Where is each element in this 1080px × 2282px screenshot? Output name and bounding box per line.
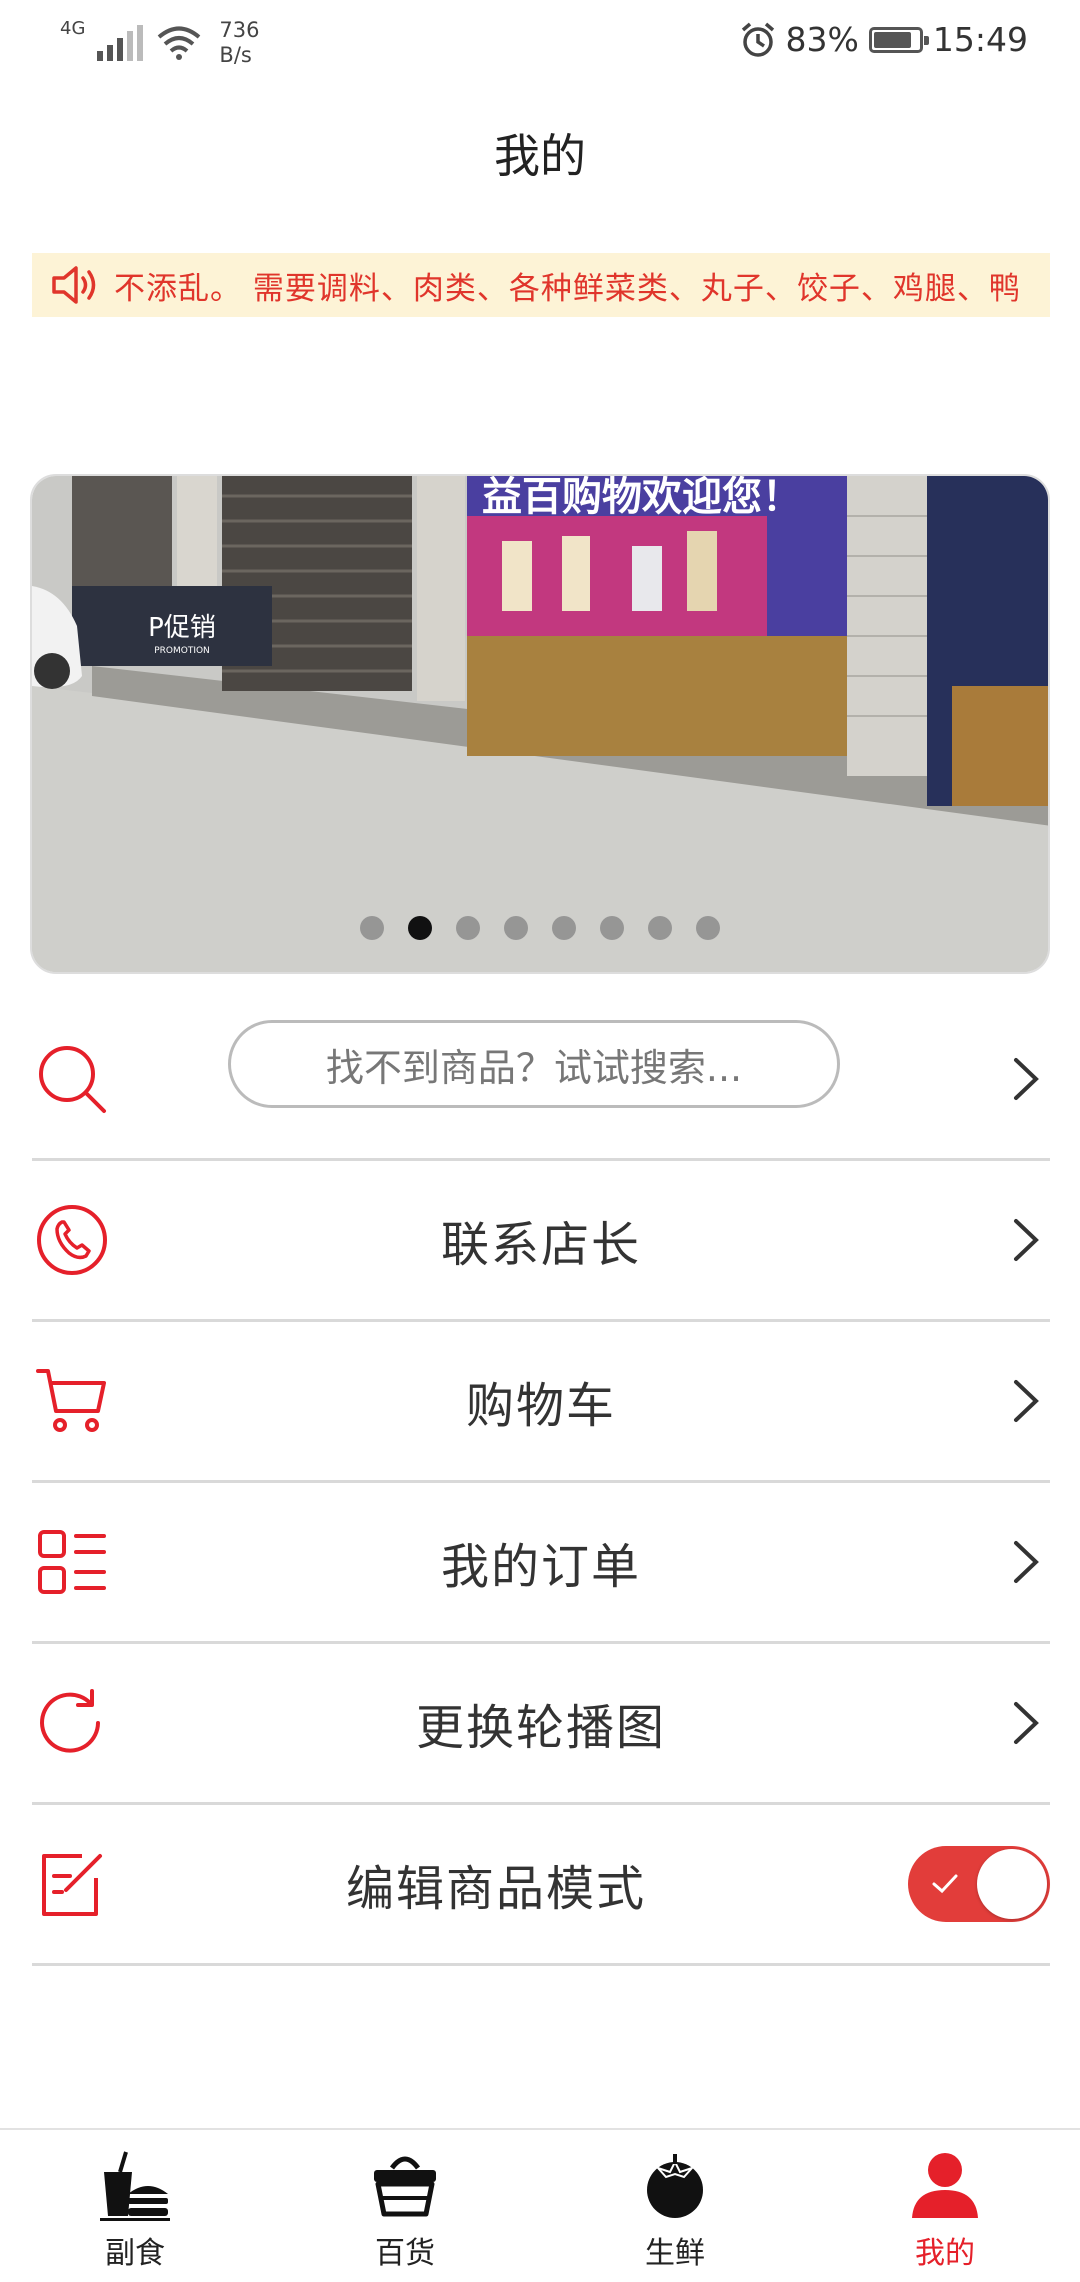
carousel-dots[interactable] <box>32 916 1048 940</box>
speed-value: 736 <box>219 18 260 42</box>
chevron-right-icon <box>1014 1541 1039 1583</box>
banner-promo-sub: PROMOTION <box>154 646 210 656</box>
menu-item-label: 我的订单 <box>440 1539 641 1595</box>
alarm-icon <box>741 22 774 57</box>
menu-item-my-orders[interactable]: 我的订单 <box>32 1483 1050 1644</box>
menu-item-change-banner[interactable]: 更换轮播图 <box>32 1644 1050 1805</box>
banner-carousel[interactable]: 益百购物欢迎您！ P促销 PROMOTION <box>30 474 1050 974</box>
tab-mine[interactable]: 我的 <box>810 2130 1080 2282</box>
tab-label: 生鲜 <box>645 2236 705 2271</box>
status-left: 4G 736 B/s <box>60 18 260 68</box>
battery-icon <box>868 26 929 53</box>
carousel-dot[interactable] <box>552 916 576 940</box>
carousel-dot[interactable] <box>408 916 432 940</box>
tab-general-goods[interactable]: 百货 <box>270 2130 540 2282</box>
chevron-right-icon <box>1014 1058 1039 1100</box>
search-icon <box>39 1046 106 1113</box>
network-type: 4G <box>60 18 86 39</box>
tab-snacks[interactable]: 副食 <box>0 2130 270 2282</box>
profile-menu: 找不到商品？试试搜索... 联系店长 购物车 我的订单 更换轮播图 编辑商品模式 <box>32 1000 1050 1966</box>
edit-mode-label: 编辑商品模式 <box>345 1861 646 1917</box>
battery-percent: 83% <box>785 20 859 59</box>
menu-item-edit-mode: 编辑商品模式 <box>32 1805 1050 1966</box>
banner-promo-text: P促销 <box>148 613 216 643</box>
banner-sign-text: 益百购物欢迎您！ <box>482 476 802 520</box>
search-input[interactable]: 找不到商品？试试搜索... <box>228 1020 840 1108</box>
toggle-knob <box>977 1849 1047 1919</box>
notice-text: 不添乱。 需要调料、肉类、各种鲜菜类、丸子、饺子、鸡腿、鸭 <box>114 270 1021 307</box>
network-speed: 736 B/s <box>219 18 259 68</box>
carousel-dot[interactable] <box>456 916 480 940</box>
battery-level <box>873 31 911 48</box>
user-icon <box>912 2153 978 2218</box>
menu-item-label: 联系店长 <box>440 1217 641 1273</box>
menu-item-contact-owner[interactable]: 联系店长 <box>32 1161 1050 1322</box>
wifi-icon <box>158 26 201 60</box>
menu-item-cart[interactable]: 购物车 <box>32 1322 1050 1483</box>
notice-marquee: 不添乱。 需要调料、肉类、各种鲜菜类、丸子、饺子、鸡腿、鸭 <box>32 253 1050 317</box>
bottom-tab-bar: 副食 百货 生鲜 我的 <box>0 2128 1080 2282</box>
drink-burger-icon <box>100 2151 170 2221</box>
tab-fresh[interactable]: 生鲜 <box>540 2130 810 2282</box>
speed-unit: B/s <box>219 43 252 67</box>
basket-icon <box>374 2156 436 2217</box>
status-right: 83% 15:49 <box>740 20 1028 59</box>
tab-label: 副食 <box>105 2236 165 2271</box>
clock: 15:49 <box>932 20 1028 59</box>
status-bar: 4G 736 B/s 83% 15:49 <box>0 0 1080 92</box>
carousel-dot[interactable] <box>360 916 384 940</box>
signal-icon <box>97 25 144 61</box>
carousel-dot[interactable] <box>648 916 672 940</box>
carousel-dot[interactable] <box>504 916 528 940</box>
chevron-right-icon <box>1014 1380 1039 1422</box>
speaker-icon <box>52 266 96 304</box>
menu-item-label: 更换轮播图 <box>415 1700 666 1756</box>
tomato-icon <box>647 2154 703 2218</box>
tab-label: 百货 <box>375 2236 435 2271</box>
check-icon <box>932 1874 958 1894</box>
search-row[interactable]: 找不到商品？试试搜索... <box>32 1000 1050 1161</box>
tab-label: 我的 <box>915 2236 975 2271</box>
carousel-dot[interactable] <box>600 916 624 940</box>
carousel-dot[interactable] <box>696 916 720 940</box>
menu-item-label: 购物车 <box>465 1378 616 1434</box>
page-title: 我的 <box>494 129 586 183</box>
chevron-right-icon <box>1014 1702 1039 1744</box>
edit-mode-toggle[interactable] <box>908 1846 1050 1922</box>
banner-image: 益百购物欢迎您！ P促销 PROMOTION <box>32 476 1048 972</box>
chevron-right-icon <box>1014 1219 1039 1261</box>
